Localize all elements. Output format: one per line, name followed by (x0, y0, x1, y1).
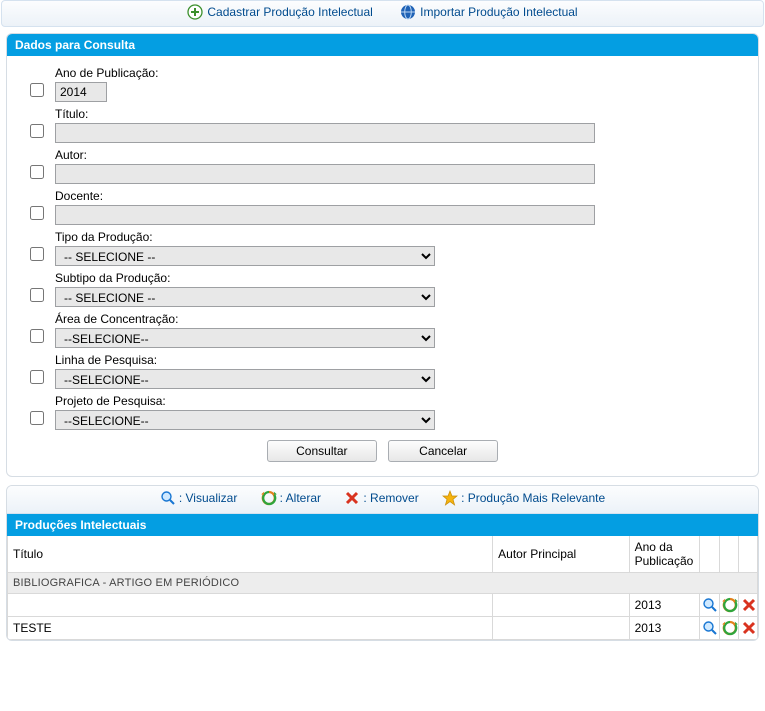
lbl-subtipo: Subtipo da Produção: (55, 271, 748, 285)
select-linha[interactable]: --SELECIONE-- (55, 369, 435, 389)
search-panel: Dados para Consulta Ano de Publicação: T… (6, 33, 759, 477)
star-icon (442, 490, 458, 506)
group-row: BIBLIOGRAFICA - ARTIGO EM PERIÓDICO (8, 573, 758, 594)
row-projeto: Projeto de Pesquisa: --SELECIONE-- (17, 394, 748, 430)
row-autor: Autor: (17, 148, 748, 184)
group-title: BIBLIOGRAFICA - ARTIGO EM PERIÓDICO (8, 573, 758, 594)
legend-relevante: : Produção Mais Relevante (442, 490, 605, 506)
select-subtipo[interactable]: -- SELECIONE -- (55, 287, 435, 307)
view-icon[interactable] (702, 597, 718, 613)
chk-titulo[interactable] (30, 124, 44, 138)
legend-remover: : Remover (344, 490, 418, 506)
chk-subtipo[interactable] (30, 288, 44, 302)
cell-autor (493, 594, 629, 617)
cadastrar-link[interactable]: Cadastrar Produção Intelectual (187, 4, 372, 20)
table-row: 2013 (8, 594, 758, 617)
select-projeto[interactable]: --SELECIONE-- (55, 410, 435, 430)
lbl-tipo: Tipo da Produção: (55, 230, 748, 244)
cell-ano: 2013 (629, 594, 700, 617)
edit-icon[interactable] (722, 620, 738, 636)
lbl-area: Área de Concentração: (55, 312, 748, 326)
chk-autor[interactable] (30, 165, 44, 179)
lbl-autor: Autor: (55, 148, 748, 162)
cancelar-button[interactable]: Cancelar (388, 440, 498, 462)
chk-tipo[interactable] (30, 247, 44, 261)
row-subtipo: Subtipo da Produção: -- SELECIONE -- (17, 271, 748, 307)
search-form: Ano de Publicação: Título: Autor: Docent… (7, 56, 758, 476)
select-area[interactable]: --SELECIONE-- (55, 328, 435, 348)
col-titulo: Título (8, 536, 493, 573)
row-ano: Ano de Publicação: (17, 66, 748, 102)
row-linha: Linha de Pesquisa: --SELECIONE-- (17, 353, 748, 389)
chk-linha[interactable] (30, 370, 44, 384)
delete-icon[interactable] (741, 597, 757, 613)
table-row: TESTE 2013 (8, 617, 758, 640)
cell-ano: 2013 (629, 617, 700, 640)
legend-alterar: : Alterar (261, 490, 321, 506)
view-icon[interactable] (702, 620, 718, 636)
col-ano: Ano da Publicação (629, 536, 700, 573)
col-autor: Autor Principal (493, 536, 629, 573)
lbl-linha: Linha de Pesquisa: (55, 353, 748, 367)
results-table: Título Autor Principal Ano da Publicação… (7, 536, 758, 640)
chk-projeto[interactable] (30, 411, 44, 425)
lbl-ano: Ano de Publicação: (55, 66, 748, 80)
input-docente[interactable] (55, 205, 595, 225)
select-tipo[interactable]: -- SELECIONE -- (55, 246, 435, 266)
results-panel-header: Produções Intelectuais (7, 514, 758, 536)
row-titulo: Título: (17, 107, 748, 143)
lbl-docente: Docente: (55, 189, 748, 203)
edit-icon[interactable] (722, 597, 738, 613)
legend-bar: : Visualizar : Alterar : Remover : Produ… (7, 486, 758, 514)
cell-titulo (8, 594, 493, 617)
search-panel-header: Dados para Consulta (7, 34, 758, 56)
input-autor[interactable] (55, 164, 595, 184)
importar-label: Importar Produção Intelectual (420, 5, 577, 19)
cadastrar-label: Cadastrar Produção Intelectual (207, 5, 372, 19)
button-row: Consultar Cancelar (17, 440, 748, 462)
refresh-icon (261, 490, 277, 506)
chk-area[interactable] (30, 329, 44, 343)
lbl-projeto: Projeto de Pesquisa: (55, 394, 748, 408)
chk-ano[interactable] (30, 83, 44, 97)
magnifier-icon (160, 490, 176, 506)
results-panel: : Visualizar : Alterar : Remover : Produ… (6, 485, 759, 641)
top-toolbar: Cadastrar Produção Intelectual Importar … (1, 0, 764, 27)
row-area: Área de Concentração: --SELECIONE-- (17, 312, 748, 348)
input-ano[interactable] (55, 82, 107, 102)
cell-autor (493, 617, 629, 640)
lbl-titulo: Título: (55, 107, 748, 121)
importar-link[interactable]: Importar Produção Intelectual (400, 4, 577, 20)
table-header-row: Título Autor Principal Ano da Publicação (8, 536, 758, 573)
cell-titulo: TESTE (8, 617, 493, 640)
plus-icon (187, 4, 203, 20)
row-docente: Docente: (17, 189, 748, 225)
x-icon (344, 490, 360, 506)
legend-visualizar: : Visualizar (160, 490, 237, 506)
input-titulo[interactable] (55, 123, 595, 143)
delete-icon[interactable] (741, 620, 757, 636)
globe-icon (400, 4, 416, 20)
row-tipo: Tipo da Produção: -- SELECIONE -- (17, 230, 748, 266)
chk-docente[interactable] (30, 206, 44, 220)
consultar-button[interactable]: Consultar (267, 440, 377, 462)
